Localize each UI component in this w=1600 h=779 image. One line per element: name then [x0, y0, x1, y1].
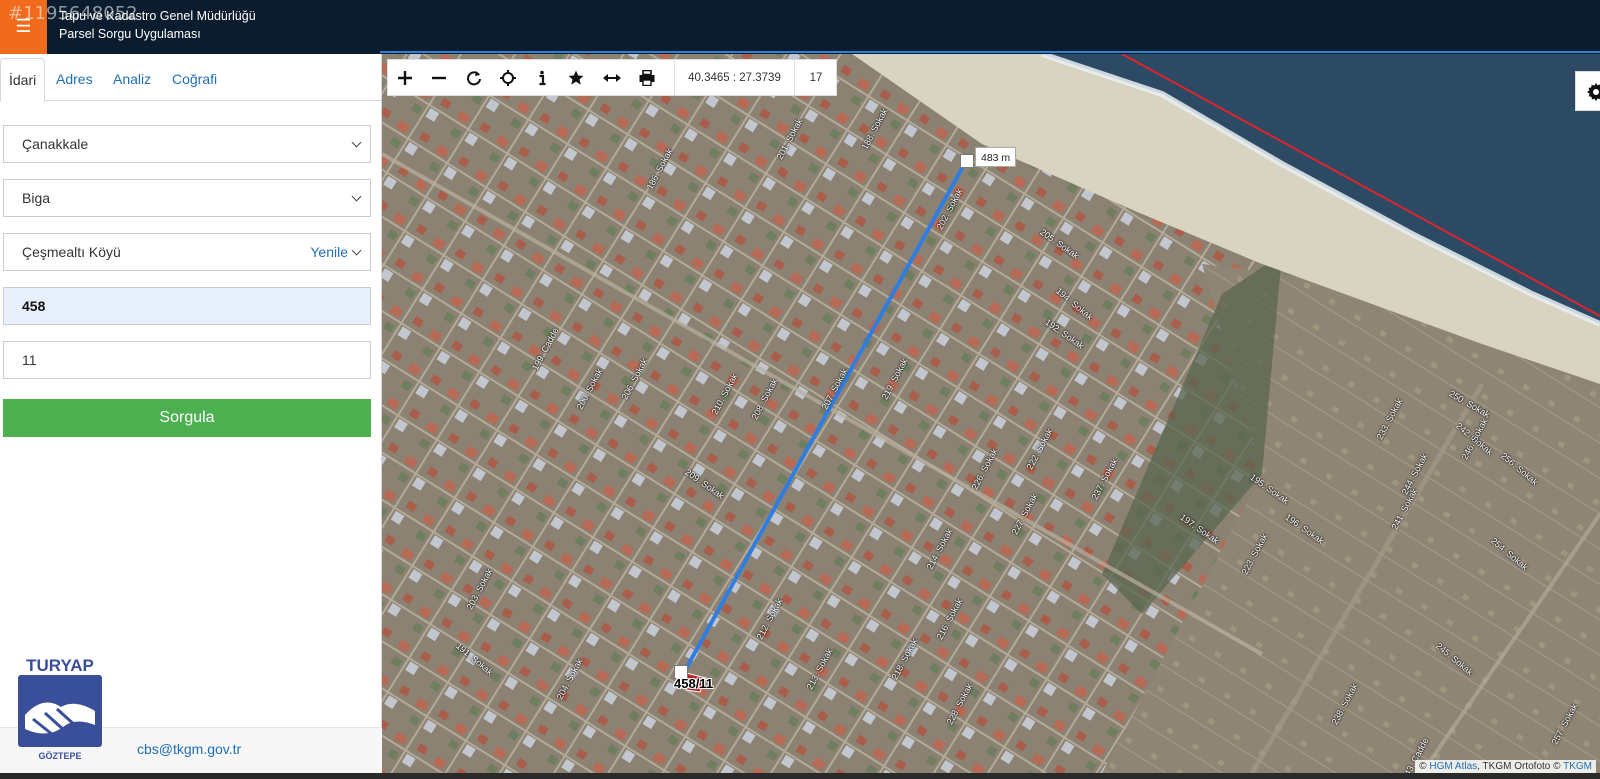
print-icon	[639, 70, 655, 86]
star-icon	[568, 70, 584, 85]
parsel-value: 11	[22, 352, 37, 368]
map-view[interactable]: 188. Sokak 201. Sokak 202. Sokak 205. Sokak…	[382, 54, 1600, 773]
province-value: Çanakkale	[22, 136, 89, 152]
parsel-input[interactable]: 11	[3, 341, 371, 379]
info-button[interactable]	[525, 60, 559, 96]
gear-icon	[1587, 83, 1600, 101]
tab-adres[interactable]: Adres	[48, 58, 101, 102]
parcel-label: 458/11	[674, 676, 714, 691]
coordinate-readout: 40.3465 : 27.3739	[674, 60, 795, 96]
tkgm-link[interactable]: TKGM	[1563, 761, 1592, 772]
measure-button[interactable]	[594, 60, 628, 96]
refresh-button[interactable]	[457, 60, 491, 96]
tab-bar: İdari Adres Analiz Coğrafi	[0, 54, 382, 102]
chevron-down-icon	[351, 234, 365, 270]
measure-icon	[603, 74, 621, 82]
refresh-icon	[467, 71, 481, 86]
bottom-strip	[0, 773, 1600, 779]
refresh-link[interactable]: Yenile	[310, 234, 348, 270]
tab-analiz[interactable]: Analiz	[105, 58, 159, 102]
header-accent-line	[380, 51, 1600, 53]
print-button[interactable]	[630, 60, 664, 96]
attribution-prefix: ©	[1419, 761, 1427, 772]
hgm-atlas-link[interactable]: HGM Atlas	[1429, 761, 1477, 772]
app-root: ☰ #1195648052 Tapu ve Kadastro Genel Müd…	[0, 0, 1600, 779]
measure-distance-label: 483 m	[975, 147, 1017, 167]
logo-branch: GÖZTEPE	[38, 751, 81, 761]
favorite-button[interactable]	[559, 60, 593, 96]
district-value: Biga	[22, 190, 51, 206]
locate-button[interactable]	[491, 60, 525, 96]
ada-input[interactable]: 458	[3, 287, 371, 325]
turyap-logo: TURYAP GÖZTEPE	[18, 656, 102, 761]
plus-icon	[398, 71, 412, 85]
neighborhood-select[interactable]: Çeşmealtı Köyü Yenile	[3, 233, 371, 271]
tab-cografi[interactable]: Coğrafi	[164, 58, 225, 102]
info-icon	[539, 70, 546, 86]
measure-start-handle[interactable]	[960, 154, 974, 168]
query-button[interactable]: Sorgula	[3, 399, 371, 437]
zoom-in-button[interactable]	[388, 60, 422, 96]
neighborhood-value: Çeşmealtı Köyü	[22, 244, 121, 260]
chevron-down-icon	[351, 180, 365, 216]
settings-button[interactable]	[1575, 71, 1600, 111]
top-bar: ☰ #1195648052 Tapu ve Kadastro Genel Müd…	[0, 0, 1600, 54]
chevron-down-icon	[351, 126, 365, 162]
ada-value: 458	[22, 298, 46, 314]
province-select[interactable]: Çanakkale	[3, 125, 371, 163]
minus-icon	[432, 76, 446, 80]
tab-idari[interactable]: İdari	[0, 58, 46, 102]
logo-name: TURYAP	[26, 656, 94, 675]
crosshair-icon	[500, 70, 516, 86]
app-subtitle: Parsel Sorgu Uygulaması	[59, 27, 201, 41]
zoom-out-button[interactable]	[422, 60, 456, 96]
map-attribution: © HGM Atlas, TKGM Ortofoto © TKGM	[1415, 760, 1596, 773]
district-select[interactable]: Biga	[3, 179, 371, 217]
attribution-middle: , TKGM Ortofoto ©	[1477, 761, 1561, 772]
contact-email-link[interactable]: cbs@tkgm.gov.tr	[137, 741, 241, 757]
map-toolbar: 40.3465 : 27.3739 17	[387, 59, 837, 96]
zoom-level: 17	[809, 72, 823, 84]
app-title: Tapu ve Kadastro Genel Müdürlüğü	[59, 9, 256, 23]
